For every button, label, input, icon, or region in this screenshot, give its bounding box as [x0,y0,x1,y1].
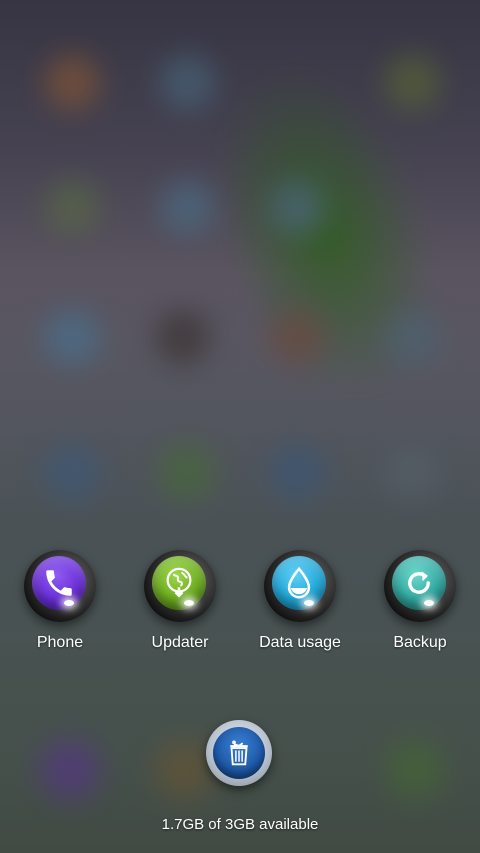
recent-apps-row: Phone Updater Data usage Backup [0,540,480,660]
glint-decoration [184,600,194,606]
icon-frame [144,550,216,622]
icon-frame [384,550,456,622]
trash-icon [213,727,265,779]
clear-memory-button[interactable] [206,720,272,786]
icon-frame [264,550,336,622]
refresh-icon [392,556,446,610]
water-drop-icon [272,556,326,610]
glint-decoration [304,600,314,606]
app-label: Backup [393,634,447,651]
app-label: Data usage [259,634,341,651]
app-label: Phone [36,634,84,651]
phone-icon [32,556,86,610]
globe-download-icon [152,556,206,610]
app-label: Updater [151,634,209,651]
glint-decoration [64,600,74,606]
memory-status: 1.7GB of 3GB available [161,816,319,833]
glint-decoration [424,600,434,606]
icon-frame [24,550,96,622]
